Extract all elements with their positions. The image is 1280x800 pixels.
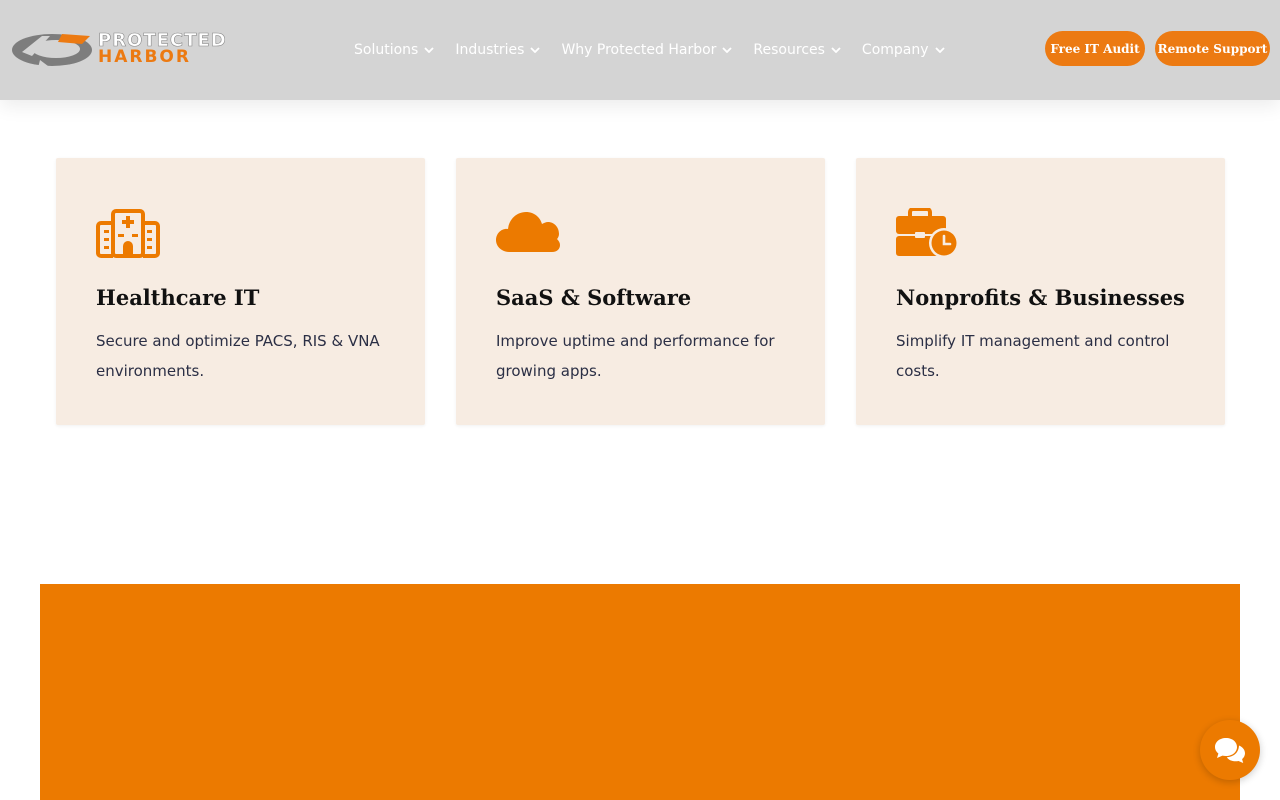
chevron-down-icon	[424, 47, 434, 53]
brand-logo[interactable]: PROTECTED HARBOR	[12, 30, 252, 70]
nav-item-label: Solutions	[354, 42, 419, 58]
card-description: Secure and optimize PACS, RIS & VNA envi…	[96, 332, 380, 380]
orange-cta-band	[40, 584, 1240, 800]
chevron-down-icon	[530, 47, 541, 53]
hospital-icon	[96, 209, 160, 258]
logo-mark-icon	[12, 34, 92, 68]
card-title: Nonprofits & Businesses	[896, 285, 1185, 310]
nav-item-industries[interactable]: Industries	[455, 42, 541, 58]
chat-button[interactable]	[1200, 720, 1260, 780]
logo-text-bottom: HARBOR	[98, 47, 191, 67]
chevron-down-icon	[831, 47, 841, 53]
nav-item-label: Company	[861, 42, 929, 58]
card-title: SaaS & Software	[496, 285, 692, 310]
chat-icon	[1215, 738, 1245, 763]
industry-card-saas: SaaS & Software Improve uptime and perfo…	[456, 158, 825, 425]
main-nav: Solutions Industries Why Protected Harbo…	[354, 0, 966, 100]
chevron-down-icon	[722, 47, 733, 53]
card-title: Healthcare IT	[96, 285, 260, 310]
cloud-icon	[496, 212, 560, 252]
nav-item-label: Why Protected Harbor	[561, 42, 717, 58]
free-it-audit-button[interactable]: Free IT Audit	[1045, 31, 1145, 66]
site-header: PROTECTED HARBOR Solutions Industries Wh…	[0, 0, 1280, 100]
nav-item-label: Resources	[753, 42, 825, 58]
nav-item-resources[interactable]: Resources	[753, 42, 841, 58]
industry-card-nonprofits: Nonprofits & Businesses Simplify IT mana…	[856, 158, 1225, 425]
card-description: Simplify IT management and control costs…	[896, 332, 1170, 380]
card-description: Improve uptime and performance for growi…	[496, 332, 775, 380]
nav-item-company[interactable]: Company	[862, 42, 945, 58]
nav-item-solutions[interactable]: Solutions	[354, 42, 434, 58]
remote-support-button[interactable]: Remote Support	[1155, 31, 1270, 66]
briefcase-clock-icon	[896, 208, 959, 258]
nav-item-label: Industries	[455, 42, 525, 58]
nav-item-why-protected-harbor[interactable]: Why Protected Harbor	[561, 42, 733, 58]
industry-card-healthcare: Healthcare IT Secure and optimize PACS, …	[56, 158, 425, 425]
chevron-down-icon	[934, 47, 945, 53]
